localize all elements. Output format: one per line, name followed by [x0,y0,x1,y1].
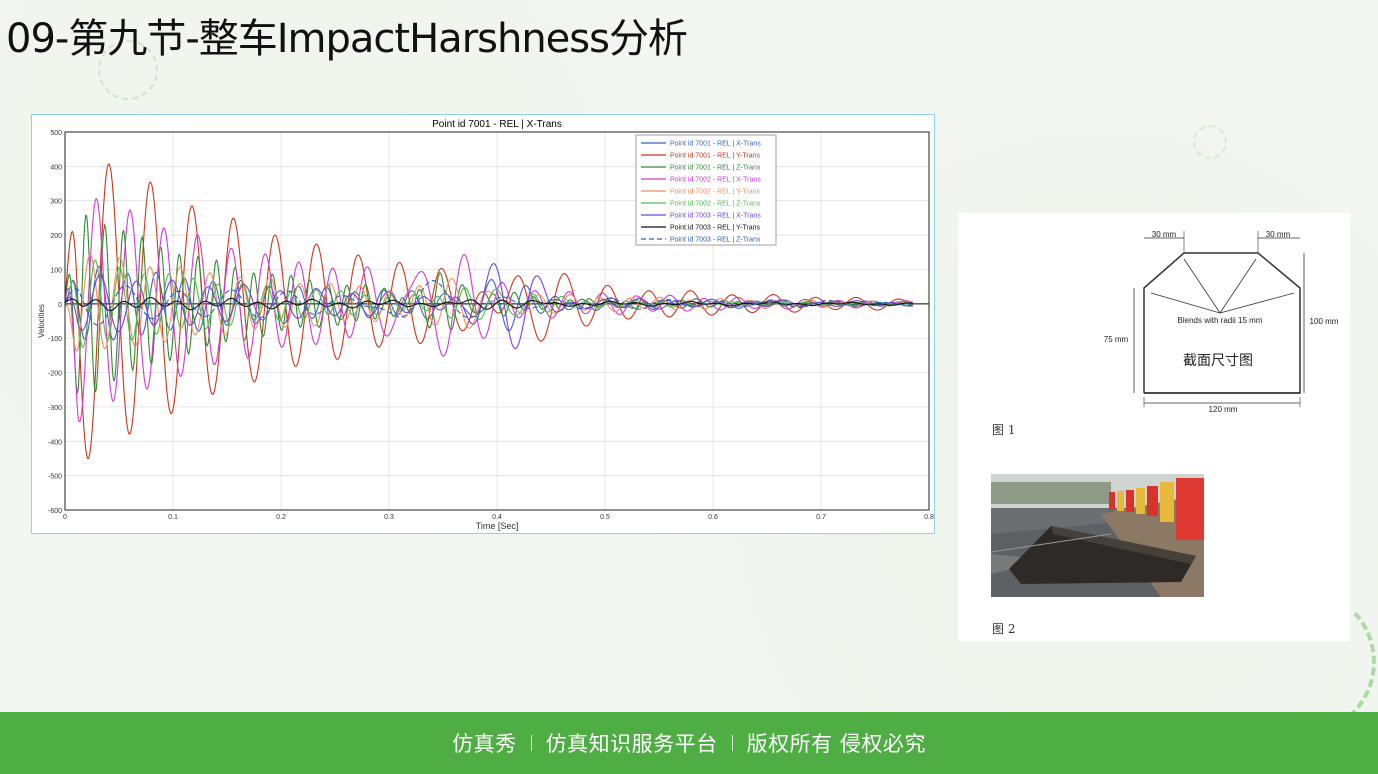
x-tick-label: 0.2 [276,514,286,521]
x-tick-label: 0.8 [924,514,934,521]
x-tick-label: 0.3 [384,514,394,521]
legend-entry: Point id 7001 - REL | Z-Trans [670,165,761,172]
velocity-chart: Point id 7001 - REL | X-Trans 500 400 300 2… [32,115,934,533]
legend-entry: Point id 7001 - REL | X-Trans [670,141,761,148]
y-tick-label: -300 [48,405,62,412]
y-tick-label: 500 [50,130,62,137]
x-tick-label: 0.5 [600,514,610,521]
dim-right: 100 mm [1310,317,1339,326]
legend-entry: Point id 7002 - REL | Z-Trans [670,201,761,208]
y-tick-label: -100 [48,336,62,343]
legend-entry: Point id 7003 - REL | Z-Trans [670,237,761,244]
blend-arrow [1150,292,1221,314]
y-tick-label: 0 [58,302,62,309]
footer-brand: 仿真秀 [452,732,517,756]
slide-title: 09-第九节-整车ImpactHarshness分析 [6,16,688,62]
x-tick-label: 0 [63,514,67,521]
y-tick-label: -200 [48,371,62,378]
legend-entry: Point id 7001 - REL | Y-Trans [670,153,761,160]
chart-title: Point id 7001 - REL | X-Trans [432,119,562,130]
cross-section-diagram: 30 mm 30 mm 75 mm 100 mm 120 mm Blends w… [1104,230,1339,413]
y-tick-label: 300 [50,199,62,206]
legend-entry: Point id 7002 - REL | Y-Trans [670,189,761,196]
blend-arrow [1183,258,1221,314]
figure-caption-2: 图 2 [992,622,1016,636]
dim-top-left: 30 mm [1152,230,1177,239]
section-label: 截面尺寸图 [1183,353,1253,369]
decorative-circle [1193,125,1227,159]
blend-note: Blends with radii 15 mm [1178,316,1263,325]
y-tick-label: 200 [50,233,62,240]
figure-caption-1: 图 1 [992,423,1016,437]
x-tick-label: 0.4 [492,514,502,521]
velocity-chart-panel: Point id 7001 - REL | X-Trans 500 400 300 2… [31,114,935,534]
y-tick-label: 100 [50,267,62,274]
legend-entry: Point id 7003 - REL | X-Trans [670,213,761,220]
y-tick-label: 400 [50,164,62,171]
footer-text: 仿真秀 仿真知识服务平台 版权所有 侵权必究 [0,712,1378,774]
footer-rights: 版权所有 侵权必究 [746,732,926,756]
dim-top-right: 30 mm [1266,230,1291,239]
y-tick-label: -500 [48,474,62,481]
dim-left: 75 mm [1104,335,1129,344]
footer-separator [731,735,733,751]
speed-bump-photo [991,474,1204,597]
legend-entry: Point id 7002 - REL | X-Trans [670,177,761,184]
road-scene-image [991,474,1204,597]
footer-bar: 仿真秀 仿真知识服务平台 版权所有 侵权必究 [0,712,1378,774]
x-tick-label: 0.1 [168,514,178,521]
x-tick-label: 0.6 [708,514,718,521]
x-axis-label: Time [Sec] [476,521,519,531]
y-tick-label: -400 [48,439,62,446]
y-axis-label: Velocities [37,304,46,338]
y-tick-label: -600 [48,508,62,515]
legend-entry: Point id 7003 - REL | Y-Trans [670,225,761,232]
footer-slogan: 仿真知识服务平台 [545,732,718,756]
x-tick-label: 0.7 [816,514,826,521]
cross-section-panel: 30 mm 30 mm 75 mm 100 mm 120 mm Blends w… [958,213,1350,641]
chart-legend: Point id 7001 - REL | X-Trans Point id 70… [635,134,777,246]
dim-bottom: 120 mm [1209,405,1238,413]
footer-separator [530,735,532,751]
